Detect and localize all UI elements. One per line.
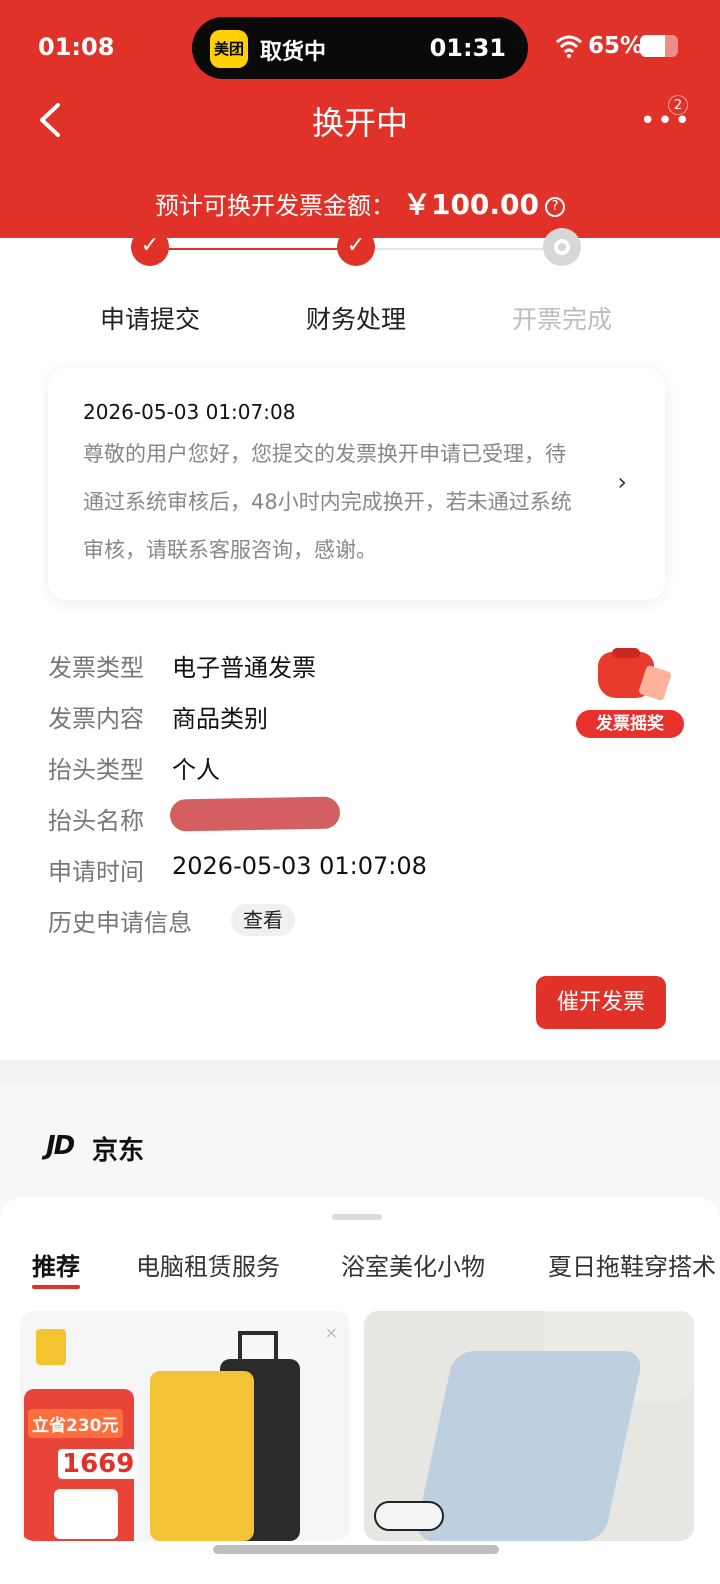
invoice-lottery-badge[interactable]: 发票摇奖 [576,648,686,740]
invoice-status-card: ✓ ✓ 申请提交 财务处理 开票完成 2026-05-03 01:07:08 尊… [0,228,720,1060]
battery-icon [640,35,678,57]
info-label: 发票内容 [48,705,144,733]
jd-title: 京东 [92,1136,145,1166]
promo-price: 1669 [58,1449,139,1479]
info-label: 发票类型 [48,654,144,682]
urge-invoice-button[interactable]: 催开发票 [536,976,666,1029]
jd-recommend-section: JD 京东 推荐 电脑租赁服务 浴室美化小物 夏日拖鞋穿搭术 × 立省230元 … [0,1083,720,1584]
promo-save-label: 立省230元 [28,1409,123,1438]
status-notice[interactable]: 2026-05-03 01:07:08 尊敬的用户您好，您提交的发票换开申请已受… [48,368,665,600]
estimated-amount: 预计可换开发票金额： ￥100.00? [0,183,720,223]
battery-percent: 65% [588,33,644,59]
drag-handle[interactable] [332,1214,382,1220]
chevron-right-icon: › [617,468,627,496]
view-history-button[interactable]: 查看 [231,904,295,936]
notification-badge: 2 [668,95,688,115]
tab-computer-rental[interactable]: 电脑租赁服务 [136,1247,280,1282]
suitcase-handle [238,1331,278,1361]
info-label: 历史申请信息 [48,909,192,937]
step-label-complete: 开票完成 [511,305,612,334]
header-bar: 01:08 美团 取货中 01:31 65% 换开中 ••• 2 预计可换开发票… [0,0,720,238]
live-activity-label: 取货中 [260,40,327,65]
progress-line-done [150,248,356,250]
info-label: 抬头名称 [48,807,144,835]
tab-bathroom[interactable]: 浴室美化小物 [341,1247,485,1282]
live-activity-time: 01:31 [429,34,506,62]
notice-timestamp: 2026-05-03 01:07:08 [83,400,296,424]
suitcase-yellow-image [150,1371,254,1541]
close-icon[interactable]: × [325,1323,338,1342]
wifi-icon [556,35,582,58]
home-indicator[interactable] [213,1545,499,1554]
info-value: 商品类别 [172,705,268,733]
sneaker-image [374,1501,444,1531]
gift-tote-image [54,1489,118,1539]
active-tab-indicator [32,1285,80,1289]
tab-summer-slippers[interactable]: 夏日拖鞋穿搭术 [548,1247,716,1282]
info-value: 个人 [172,756,220,784]
step-pending-icon [543,228,581,266]
info-label: 申请时间 [48,858,144,886]
product-card[interactable]: × [364,1311,694,1541]
info-value: 2026-05-03 01:07:08 [172,852,427,880]
live-activity[interactable]: 美团 取货中 01:31 [192,17,528,79]
status-time: 01:08 [38,33,115,61]
recommend-sheet: 推荐 电脑租赁服务 浴室美化小物 夏日拖鞋穿搭术 × 立省230元 1669 × [0,1197,720,1584]
lottery-label: 发票摇奖 [576,710,684,738]
info-label: 抬头类型 [48,756,144,784]
status-bar: 01:08 美团 取货中 01:31 65% [0,0,720,92]
redaction-mark [169,796,341,832]
jd-logo-icon: JD [46,1131,75,1161]
step-label-submitted: 申请提交 [99,305,200,334]
tab-recommend[interactable]: 推荐 [32,1247,80,1282]
notice-message: 尊敬的用户您好，您提交的发票换开申请已受理，待通过系统审核后，48小时内完成换开… [83,442,572,562]
amount-value: ￥100.00 [402,188,540,221]
meituan-app-icon: 美团 [210,30,248,68]
step-check-icon: ✓ [337,228,375,266]
step-label-processing: 财务处理 [305,305,406,334]
product-card[interactable]: × 立省230元 1669 [20,1311,350,1541]
jeans-image [413,1351,645,1541]
progress-line-pending [356,248,562,250]
brand-logo [36,1329,66,1365]
step-check-icon: ✓ [131,228,169,266]
page-title: 换开中 [311,104,408,142]
help-icon[interactable]: ? [545,197,566,217]
info-value: 电子普通发票 [172,654,316,682]
amount-label: 预计可换开发票金额： [154,192,395,220]
promo-banner: 立省230元 1669 [24,1389,139,1541]
